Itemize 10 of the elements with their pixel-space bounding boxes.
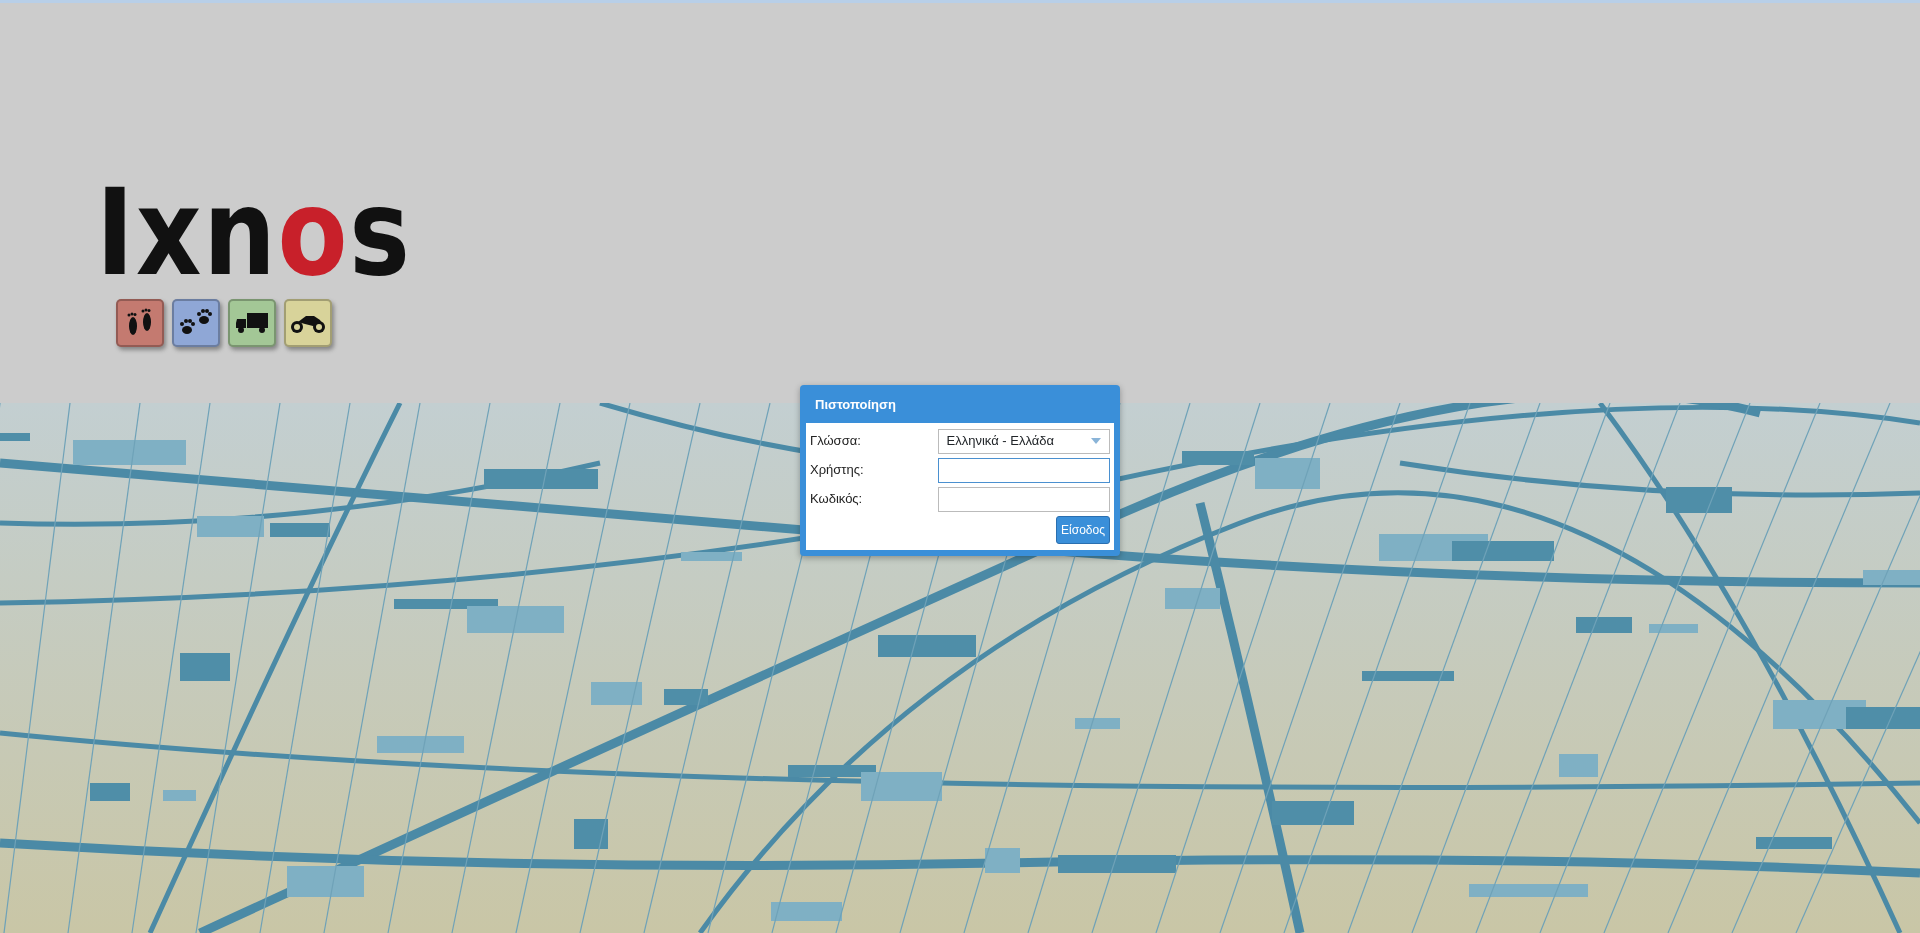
field-label: Χρήστης: xyxy=(810,461,865,480)
dialog-title: Πιστοποίηση xyxy=(814,396,897,414)
username-field[interactable] xyxy=(937,457,1110,483)
caret-icon xyxy=(1091,438,1101,444)
password-field[interactable] xyxy=(937,486,1110,512)
field-label: Κωδικός: xyxy=(810,490,864,509)
language-dropdown[interactable]: Ελληνικά - Ελλάδα xyxy=(937,428,1110,454)
truck-icon xyxy=(235,311,269,335)
logo-text: Ixnos xyxy=(96,173,412,293)
field-label: Γλώσσα: xyxy=(810,432,862,451)
